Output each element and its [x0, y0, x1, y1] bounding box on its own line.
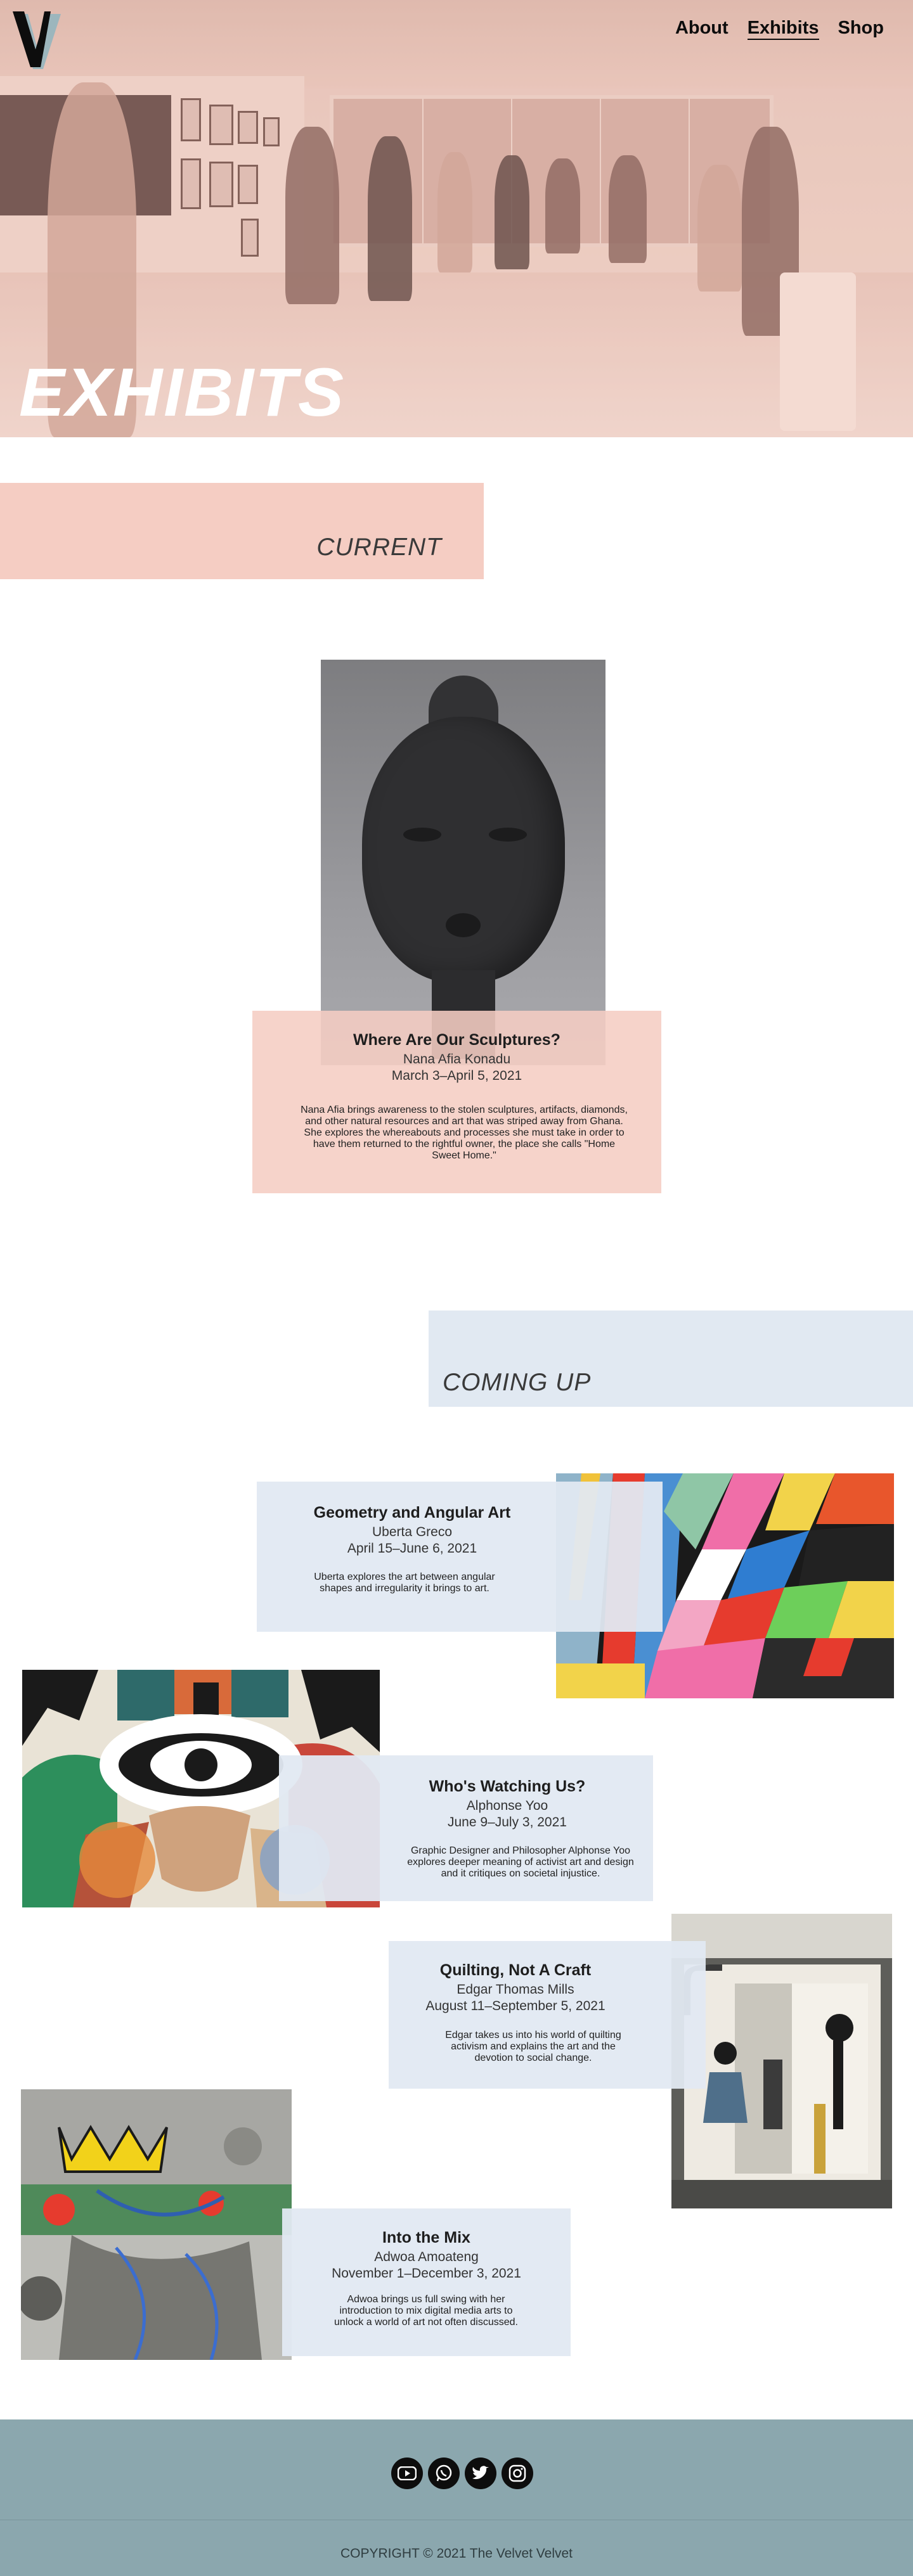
current-section-banner: CURRENT [0, 483, 484, 579]
exhibit-artist: Edgar Thomas Mills [456, 1982, 574, 1997]
nav-link-shop[interactable]: Shop [838, 18, 884, 40]
main-nav: About Exhibits Shop [675, 18, 884, 40]
instagram-icon[interactable] [502, 2457, 533, 2489]
current-exhibit-card[interactable]: Where Are Our Sculptures? Nana Afia Kona… [252, 1011, 661, 1193]
current-exhibit-heading: Where Are Our Sculptures? Nana Afia Kona… [252, 1031, 661, 1084]
page-title: EXHIBITS [19, 354, 346, 430]
velvet-logo[interactable]: V [13, 11, 63, 72]
sculpture-eye [403, 828, 441, 842]
exhibit-heading: Into the Mix Adwoa Amoateng November 1–D… [282, 2229, 571, 2281]
exhibit-card-whos-watching[interactable]: Who's Watching Us? Alphonse Yoo June 9–J… [279, 1755, 653, 1901]
exhibit-card-into-the-mix[interactable]: Into the Mix Adwoa Amoateng November 1–D… [282, 2208, 571, 2356]
sculpture-artwork-image [321, 660, 605, 1065]
exhibit-dates: June 9–July 3, 2021 [448, 1815, 567, 1829]
exhibit-title: Where Are Our Sculptures? [353, 1031, 560, 1049]
into-the-mix-artwork-image [21, 2089, 292, 2360]
whatsapp-icon[interactable] [428, 2457, 460, 2489]
twitter-icon[interactable] [465, 2457, 496, 2489]
coming-up-section-label: COMING UP [443, 1369, 592, 1396]
exhibit-card-geometry[interactable]: Geometry and Angular Art Uberta Greco Ap… [257, 1482, 663, 1632]
exhibit-description: Uberta explores the art between angular … [314, 1572, 495, 1594]
exhibit-artist: Nana Afia Konadu [403, 1052, 511, 1067]
exhibit-title: Geometry and Angular Art [313, 1504, 511, 1522]
exhibit-description: Nana Afia brings awareness to the stolen… [301, 1105, 628, 1161]
sculpture-head [362, 717, 565, 983]
exhibit-card-quilting[interactable]: Quilting, Not A Craft Edgar Thomas Mills… [389, 1941, 706, 2089]
exhibit-artist: Adwoa Amoateng [374, 2250, 479, 2264]
sculpture-eye [489, 828, 527, 842]
coming-up-section-banner: COMING UP [429, 1310, 913, 1407]
exhibit-title: Quilting, Not A Craft [439, 1961, 592, 1979]
nav-link-about[interactable]: About [675, 18, 728, 40]
exhibit-description: Edgar takes us into his world of quiltin… [445, 2030, 621, 2063]
exhibit-artist: Uberta Greco [372, 1525, 453, 1539]
exhibit-dates: April 15–June 6, 2021 [347, 1541, 477, 1556]
exhibit-heading: Who's Watching Us? Alphonse Yoo June 9–J… [380, 1778, 634, 1830]
exhibit-description: Graphic Designer and Philosopher Alphons… [407, 1845, 634, 1879]
exhibit-title: Who's Watching Us? [429, 1778, 586, 1795]
copyright-text: COPYRIGHT © 2021 The Velvet Velvet [340, 2546, 573, 2561]
exhibit-dates: November 1–December 3, 2021 [332, 2266, 521, 2281]
nav-link-exhibits[interactable]: Exhibits [747, 18, 819, 40]
exhibit-dates: March 3–April 5, 2021 [391, 1068, 522, 1083]
exhibit-heading: Geometry and Angular Art Uberta Greco Ap… [257, 1504, 567, 1556]
exhibit-artist: Alphonse Yoo [466, 1798, 548, 1813]
social-links [391, 2457, 533, 2489]
current-section-label: CURRENT [316, 534, 442, 561]
exhibit-description: Adwoa brings us full swing with her intr… [334, 2294, 518, 2328]
hero-banner: V About Exhibits Shop EXHIBITS [0, 0, 913, 437]
sculpture-mouth [446, 913, 481, 937]
exhibit-dates: August 11–September 5, 2021 [425, 1999, 605, 2013]
youtube-icon[interactable] [391, 2457, 423, 2489]
exhibit-title: Into the Mix [382, 2229, 470, 2246]
exhibit-heading: Quilting, Not A Craft Edgar Thomas Mills… [389, 1961, 642, 2014]
logo-letter: V [13, 11, 20, 14]
